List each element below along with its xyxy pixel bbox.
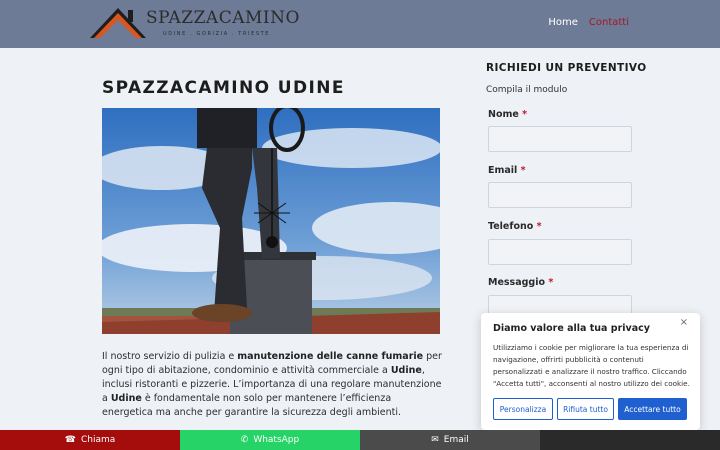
whatsapp-button[interactable]: ✆ WhatsApp	[180, 430, 360, 450]
envelope-icon: ✉	[431, 435, 439, 445]
main-nav: Home Contatti	[548, 17, 629, 28]
nav-link-contatti[interactable]: Contatti	[589, 17, 629, 28]
whatsapp-label: WhatsApp	[253, 435, 300, 445]
intro-bold: Udine	[390, 365, 422, 376]
intro-text: Il nostro servizio di pulizia e	[102, 351, 238, 362]
email-button[interactable]: ✉ Email	[360, 430, 540, 450]
page-title: SPAZZACAMINO UDINE	[102, 78, 345, 98]
bottom-contact-bar: ☎ Chiama ✆ WhatsApp ✉ Email	[0, 430, 720, 450]
logo-title: SPAZZACAMINO	[146, 8, 300, 28]
required-mark: *	[522, 109, 528, 120]
email-label-text: Email	[488, 165, 518, 176]
message-label-text: Messaggio	[488, 277, 545, 288]
site-header: SPAZZACAMINO UDINE . GORIZIA . TRIESTE H…	[0, 0, 720, 48]
nav-link-home[interactable]: Home	[548, 17, 578, 28]
name-label-text: Nome	[488, 109, 519, 120]
message-label: Messaggio *	[488, 277, 553, 288]
required-mark: *	[536, 221, 542, 232]
accept-all-button[interactable]: Accettare tutto	[618, 398, 687, 420]
name-label: Nome *	[488, 109, 527, 120]
required-mark: *	[548, 277, 554, 288]
email-label: Email	[443, 435, 469, 445]
email-label: Email *	[488, 165, 526, 176]
hero-image	[102, 108, 440, 334]
logo-subtitle: UDINE . GORIZIA . TRIESTE	[163, 31, 271, 37]
cookie-text: Utilizziamo i cookie per migliorare la t…	[493, 343, 690, 388]
close-icon[interactable]: ×	[680, 317, 688, 328]
cookie-title: Diamo valore alla tua privacy	[493, 323, 650, 334]
intro-paragraph: Il nostro servizio di pulizia e manutenz…	[102, 350, 442, 420]
phone-label-text: Telefono	[488, 221, 534, 232]
form-subtitle: Compila il modulo	[486, 85, 568, 95]
name-input[interactable]	[488, 126, 632, 152]
call-button[interactable]: ☎ Chiama	[0, 430, 180, 450]
required-mark: *	[520, 165, 526, 176]
form-title: RICHIEDI UN PREVENTIVO	[486, 62, 647, 74]
phone-input[interactable]	[488, 239, 632, 265]
cookie-consent-modal: Diamo valore alla tua privacy × Utilizzi…	[481, 313, 700, 430]
site-logo[interactable]: SPAZZACAMINO UDINE . GORIZIA . TRIESTE	[88, 4, 299, 40]
email-input[interactable]	[488, 182, 632, 208]
intro-text: è fondamentale non solo per mantenere l’…	[102, 393, 401, 418]
intro-bold: manutenzione delle canne fumarie	[237, 351, 424, 362]
phone-label: Telefono *	[488, 221, 542, 232]
reject-all-button[interactable]: Rifiuta tutto	[557, 398, 614, 420]
phone-icon: ☎	[64, 435, 76, 445]
bottom-bar-spacer	[540, 430, 720, 450]
intro-bold: Udine	[110, 393, 142, 404]
whatsapp-icon: ✆	[240, 435, 249, 445]
customize-button[interactable]: Personalizza	[493, 398, 553, 420]
call-label: Chiama	[80, 435, 116, 445]
